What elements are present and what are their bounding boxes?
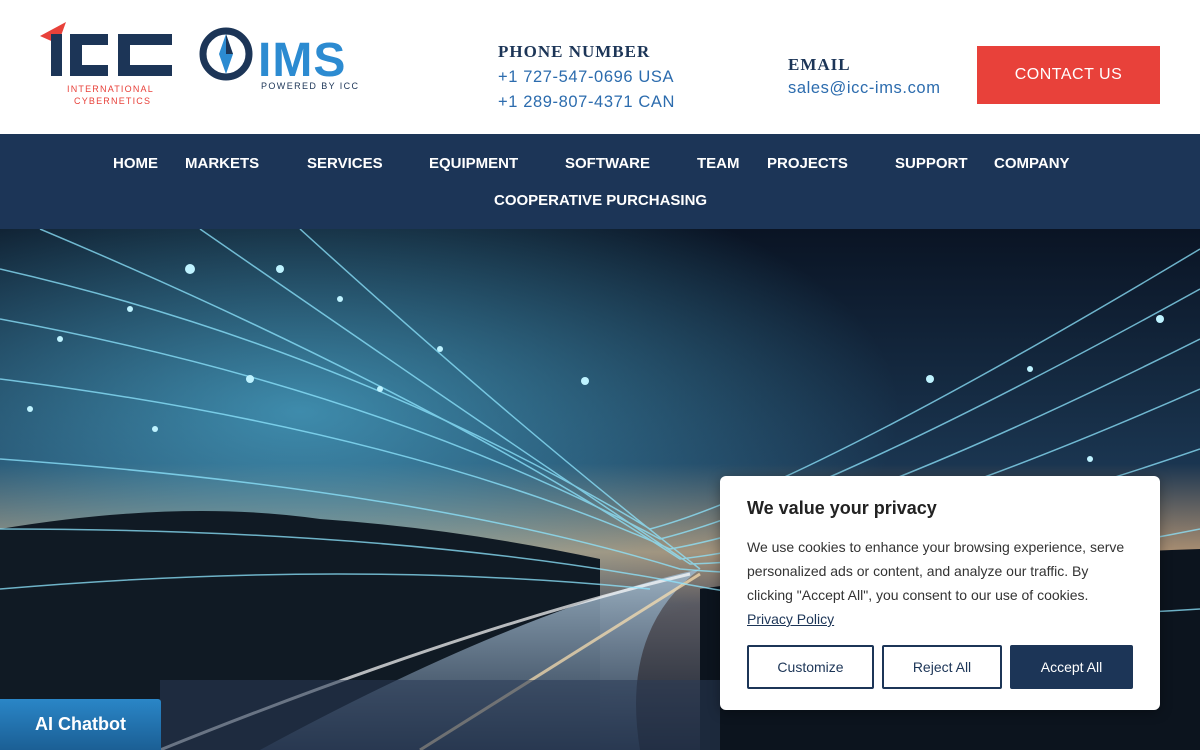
email-block: EMAIL sales@icc-ims.com xyxy=(788,55,941,98)
svg-text:POWERED BY ICC: POWERED BY ICC xyxy=(261,81,359,91)
email-heading: EMAIL xyxy=(788,55,851,74)
nav-team[interactable]: TEAM xyxy=(697,155,740,172)
phone-can-link[interactable]: +1 289-807-4371 CAN xyxy=(498,93,675,112)
customize-button[interactable]: Customize xyxy=(747,645,874,689)
phone-heading: PHONE NUMBER xyxy=(498,42,651,61)
reject-all-button[interactable]: Reject All xyxy=(882,645,1002,689)
site-header: INTERNATIONAL CYBERNETICS IMS POWERED BY… xyxy=(0,0,1200,134)
cookie-body-text: We use cookies to enhance your browsing … xyxy=(747,539,1125,603)
nav-support[interactable]: SUPPORT xyxy=(895,155,968,172)
cookie-body: We use cookies to enhance your browsing … xyxy=(747,535,1133,631)
privacy-policy-link[interactable]: Privacy Policy xyxy=(747,611,834,627)
ai-chatbot-button[interactable]: AI Chatbot xyxy=(0,699,161,750)
phone-block: PHONE NUMBER +1 727-547-0696 USA +1 289-… xyxy=(498,42,675,112)
cookie-consent-banner: We value your privacy We use cookies to … xyxy=(720,476,1160,710)
svg-text:CYBERNETICS: CYBERNETICS xyxy=(74,96,151,106)
nav-services[interactable]: SERVICES xyxy=(307,155,383,172)
email-link[interactable]: sales@icc-ims.com xyxy=(788,79,941,98)
svg-text:INTERNATIONAL: INTERNATIONAL xyxy=(67,84,154,94)
nav-projects[interactable]: PROJECTS xyxy=(767,155,848,172)
accept-all-button[interactable]: Accept All xyxy=(1010,645,1133,689)
nav-equipment[interactable]: EQUIPMENT xyxy=(429,155,518,172)
icc-logo-icon[interactable]: INTERNATIONAL CYBERNETICS xyxy=(38,18,178,108)
svg-text:IMS: IMS xyxy=(258,34,346,87)
main-nav: HOME MARKETS SERVICES EQUIPMENT SOFTWARE… xyxy=(0,134,1200,229)
nav-markets[interactable]: MARKETS xyxy=(185,155,259,172)
nav-software[interactable]: SOFTWARE xyxy=(565,155,650,172)
ims-logo-icon[interactable]: IMS POWERED BY ICC xyxy=(198,26,368,96)
nav-home[interactable]: HOME xyxy=(113,155,158,172)
nav-company[interactable]: COMPANY xyxy=(994,155,1070,172)
cookie-title: We value your privacy xyxy=(747,498,937,518)
cookie-buttons: Customize Reject All Accept All xyxy=(747,645,1133,689)
contact-us-button[interactable]: CONTACT US xyxy=(977,46,1160,104)
nav-cooperative-purchasing[interactable]: COOPERATIVE PURCHASING xyxy=(494,192,707,209)
phone-usa-link[interactable]: +1 727-547-0696 USA xyxy=(498,68,675,87)
